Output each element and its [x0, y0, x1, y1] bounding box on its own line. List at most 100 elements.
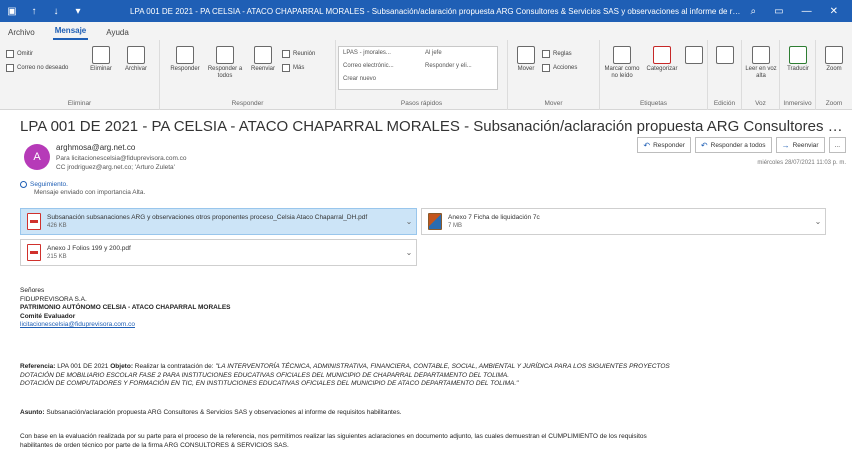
body-email-link[interactable]: licitacionescelsia@fiduprevisora.com.co — [20, 321, 231, 330]
restore-icon[interactable]: ▭ — [774, 6, 783, 17]
header-forward-button[interactable]: → Reenviar — [775, 137, 825, 153]
ribbon-group-tags: Marcar como no leído Categorizar Etiquet… — [600, 40, 708, 110]
minimize-icon[interactable]: — — [802, 6, 812, 17]
more-actions-button[interactable]: ... — [828, 137, 846, 153]
actions-button[interactable]: Acciones — [542, 64, 577, 72]
delete-button[interactable]: Eliminar — [86, 46, 116, 73]
attachment-name: Subsanación subsanaciones ARG y observac… — [47, 213, 368, 221]
close-icon[interactable]: ✕ — [830, 6, 838, 17]
quick-steps-gallery[interactable]: LPAS - jmorales... Al jefe Correo electr… — [338, 46, 498, 90]
attachment-name: Anexo 7 Ficha de liquidación 7c — [448, 213, 540, 221]
group-label-move: Mover — [544, 100, 563, 107]
reply-button[interactable]: Responder — [168, 46, 202, 73]
message-subject: LPA 001 DE 2021 - PA CELSIA - ATACO CHAP… — [20, 118, 850, 135]
importance-notice: Mensaje enviado con importancia Alta. — [34, 189, 146, 196]
followup-flag: Seguimiento. — [20, 181, 68, 188]
mark-unread-button[interactable]: Marcar como no leído — [602, 46, 642, 80]
reference-text: LPA 001 DE 2021 — [57, 363, 109, 370]
arrow-up-icon[interactable]: ↑ — [28, 5, 40, 17]
sender-avatar[interactable]: A — [24, 144, 50, 170]
move-icon — [517, 46, 535, 64]
find-icon — [716, 46, 734, 64]
attachment-item[interactable]: Anexo J Folios 199 y 200.pdf 215 KB ⌄ — [20, 239, 417, 266]
archive-button[interactable]: Archivar — [120, 46, 152, 73]
follow-up-button[interactable] — [682, 46, 706, 66]
message-actions: ↶ Responder ↶ Responder a todos → Reenviar … — [637, 137, 846, 153]
more-icon — [282, 64, 290, 72]
tab-ayuda[interactable]: Ayuda — [104, 28, 131, 40]
sender-address[interactable]: arghmosa@arg.net.co — [56, 143, 135, 152]
asunto-text: Subsanación/aclaración propuesta ARG Con… — [46, 409, 402, 416]
translate-button[interactable]: Traducir — [782, 46, 814, 73]
title-bar: ▣ ↑ ↓ ▾ LPA 001 DE 2021 - PA CELSIA - AT… — [0, 0, 852, 22]
window-title: LPA 001 DE 2021 - PA CELSIA - ATACO CHAP… — [130, 6, 751, 16]
ignore-button[interactable]: Omitir — [6, 50, 33, 58]
forward-arrow-icon: → — [781, 140, 790, 150]
ribbon: Omitir Correo no deseado Eliminar Archiv… — [0, 40, 852, 110]
to-line: Para licitacionescelsia@fiduprevisora.co… — [56, 155, 187, 162]
meeting-button[interactable]: Reunión — [282, 50, 315, 58]
object-text: Realizar la contratación de: — [134, 363, 214, 370]
more-button[interactable]: Más — [282, 64, 304, 72]
paragraph-line-1: Con base en la evaluación realizada por … — [20, 433, 647, 440]
object-italic-text: "LA INTERVENTORÍA TÉCNICA, ADMINISTRATIV… — [215, 363, 670, 370]
group-label-zoom: Zoom — [825, 100, 843, 107]
ignore-icon — [6, 50, 14, 58]
outlook-app-icon: ▣ — [7, 5, 17, 17]
attachment-size: 426 KB — [47, 222, 67, 229]
archive-icon — [127, 46, 145, 64]
info-icon — [20, 181, 27, 188]
customize-icon[interactable]: ▾ — [72, 5, 84, 17]
attachment-item[interactable]: Anexo 7 Ficha de liquidación 7c 7 MB ⌄ — [421, 208, 826, 235]
to-recipient[interactable]: licitacionescelsia@fiduprevisora.com.co — [72, 155, 187, 162]
chevron-down-icon[interactable]: ⌄ — [402, 217, 416, 226]
to-label: Para — [56, 155, 70, 162]
cc-line: CC jrodriguez@arg.net.co; 'Arturo Zuleta… — [56, 164, 175, 171]
quick-step-reply-delete[interactable]: Responder y eli... — [425, 63, 472, 69]
group-label-quick-steps: Pasos rápidos — [400, 100, 443, 107]
attachment-item[interactable]: Subsanación subsanaciones ARG y observac… — [20, 208, 417, 235]
header-reply-button[interactable]: ↶ Responder — [637, 137, 691, 153]
group-label-respond: Responder — [231, 100, 264, 107]
message-date: miércoles 28/07/2021 11:03 p. m. — [757, 160, 846, 166]
quick-step-email[interactable]: Correo electrónic... — [343, 63, 394, 69]
cc-recipients[interactable]: jrodriguez@arg.net.co; 'Arturo Zuleta' — [67, 164, 175, 171]
quick-step-lpas[interactable]: LPAS - jmorales... — [343, 50, 391, 56]
forward-button[interactable]: Reenviar — [248, 46, 278, 73]
reply-all-arrow-icon: ↶ — [700, 140, 708, 150]
message-body-address: Señores FIDUPREVISORA S.A. PATRIMONIO AU… — [20, 287, 231, 330]
actions-icon — [542, 64, 550, 72]
rules-button[interactable]: Reglas — [542, 50, 572, 58]
reply-all-button[interactable]: Responder a todos — [206, 46, 244, 80]
ribbon-group-immersive: Traducir Inmersivo — [780, 40, 816, 110]
image-file-icon — [428, 213, 442, 230]
move-button[interactable]: Mover — [514, 46, 538, 73]
junk-button[interactable]: Correo no deseado — [6, 64, 68, 72]
body-recipient-patrimony: PATRIMONIO AUTÓNOMO CELSIA - ATACO CHAPA… — [20, 304, 231, 311]
tab-mensaje[interactable]: Mensaje — [52, 26, 89, 40]
group-label-edit: Edición — [713, 100, 736, 107]
read-aloud-icon — [752, 46, 770, 64]
categorize-button[interactable]: Categorizar — [644, 46, 680, 73]
quick-step-to-boss[interactable]: Al jefe — [425, 50, 442, 56]
ribbon-group-move: Mover Reglas Acciones Mover — [508, 40, 600, 110]
reply-arrow-icon: ↶ — [643, 140, 651, 150]
envelope-icon — [613, 46, 631, 64]
header-reply-all-button[interactable]: ↶ Responder a todos — [694, 137, 772, 153]
body-recipient-committee: Comité Evaluador — [20, 312, 76, 320]
arrow-down-icon[interactable]: ↓ — [50, 5, 62, 17]
message-body-paragraph: Con base en la evaluación realizada por … — [20, 433, 647, 450]
search-icon[interactable]: ⌕ — [751, 6, 757, 17]
chevron-down-icon[interactable]: ⌄ — [811, 217, 825, 226]
zoom-button[interactable]: Zoom — [820, 46, 848, 73]
reply-icon — [176, 46, 194, 64]
group-label-voice: Voz — [755, 100, 766, 107]
chevron-down-icon[interactable]: ⌄ — [402, 248, 416, 257]
reference-label: Referencia: — [20, 363, 56, 370]
asunto-label: Asunto: — [20, 409, 45, 416]
tab-archivo[interactable]: Archivo — [6, 28, 37, 40]
find-button[interactable] — [714, 46, 736, 66]
quick-step-create-new[interactable]: Crear nuevo — [343, 76, 376, 82]
pdf-file-icon — [27, 213, 41, 230]
read-aloud-button[interactable]: Leer en voz alta — [744, 46, 778, 80]
